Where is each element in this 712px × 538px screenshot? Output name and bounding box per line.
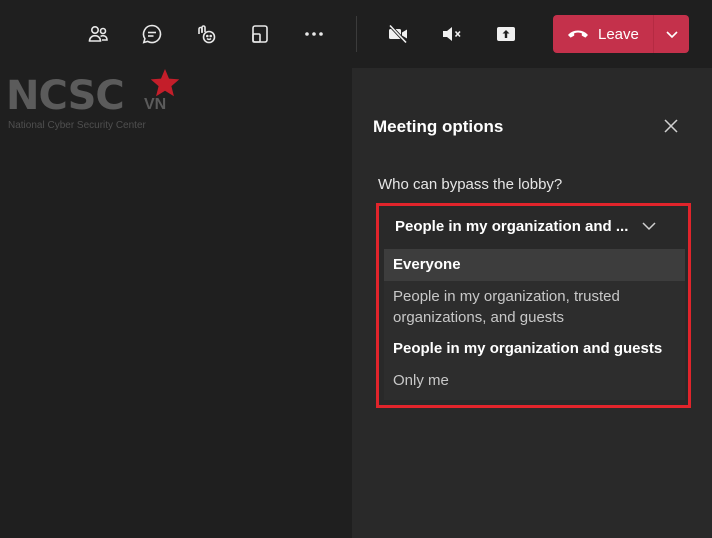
mute-toggle-button[interactable] (436, 18, 468, 50)
star-icon (150, 69, 180, 97)
share-tray-icon (252, 25, 268, 43)
reactions-button[interactable] (190, 18, 222, 50)
option-label: Everyone (393, 256, 461, 273)
mute-icon (443, 27, 461, 41)
option-label: Only me (393, 372, 449, 389)
dropdown-selected-value: People in my organization and ... (395, 217, 629, 235)
panel-title: Meeting options (373, 117, 504, 136)
more-actions-icon (305, 32, 323, 36)
close-panel-button[interactable] (659, 114, 683, 138)
leave-label: Leave (598, 25, 639, 43)
logo-subtitle: National Cyber Security Center (8, 120, 146, 131)
participants-icon (88, 26, 108, 42)
camera-off-icon (388, 24, 408, 44)
logo-suffix: VN (144, 96, 167, 113)
lobby-bypass-dropdown[interactable]: People in my organization and ... (384, 210, 685, 242)
leave-button[interactable]: Leave (553, 15, 653, 53)
meeting-stage (0, 68, 352, 538)
leave-button-group: Leave (553, 15, 689, 53)
option-only-me[interactable]: Only me (384, 370, 685, 391)
hang-up-icon (568, 30, 588, 38)
lobby-question-label: Who can bypass the lobby? (378, 176, 563, 193)
option-everyone[interactable]: Everyone (384, 249, 685, 281)
option-label: People in my organization, trusted organ… (393, 288, 620, 326)
share-tray-button[interactable] (244, 18, 276, 50)
chat-button[interactable] (136, 18, 168, 50)
logo-text: NCSC (6, 73, 125, 119)
more-actions-button[interactable] (298, 18, 330, 50)
close-icon (664, 119, 678, 133)
option-org-and-guests[interactable]: People in my organization and guests (384, 338, 685, 359)
share-screen-button[interactable] (490, 18, 522, 50)
chevron-down-icon (665, 31, 678, 39)
dropdown-menu: Everyone People in my organization, trus… (384, 249, 685, 400)
share-screen-icon (497, 27, 515, 41)
camera-toggle-button[interactable] (382, 18, 414, 50)
leave-options-button[interactable] (654, 15, 689, 53)
participants-button[interactable] (82, 18, 114, 50)
option-trusted-orgs[interactable]: People in my organization, trusted organ… (384, 286, 654, 328)
chat-icon (142, 24, 162, 44)
meeting-toolbar: Leave (0, 0, 712, 68)
chevron-down-icon (642, 222, 656, 231)
reactions-icon (198, 25, 216, 44)
toolbar-divider (356, 16, 357, 52)
option-label: People in my organization and guests (393, 340, 663, 357)
ncsc-logo: NCSC VN National Cyber Security Center (6, 69, 180, 134)
